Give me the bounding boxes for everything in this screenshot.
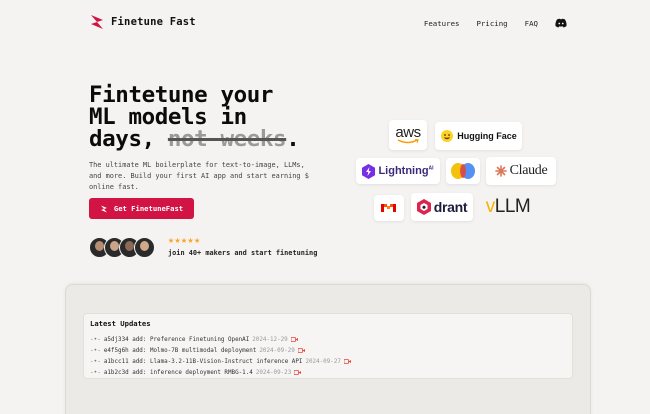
claude-logo-card: Claude	[486, 157, 556, 185]
hero-title-line3: days, not weeks.	[89, 126, 349, 152]
mistral-logo-card	[374, 195, 404, 221]
vllm-label: vLLM	[485, 196, 531, 218]
maker-avatars	[89, 237, 155, 258]
qdrant-logo-icon	[416, 199, 431, 215]
hero-title-suffix: .	[286, 126, 300, 152]
huggingface-logo-card: Hugging Face	[435, 122, 522, 150]
commit-message: add: Preference Finetuning OpenAI	[132, 336, 250, 343]
hero-title-prefix: days,	[89, 126, 168, 152]
video-icon	[343, 359, 351, 364]
nav-link-faq[interactable]: FAQ	[525, 19, 538, 28]
commit-icon: -•-	[90, 347, 101, 354]
mistral-logo-icon	[381, 204, 396, 212]
commit-hash: a1bcc11	[103, 358, 129, 365]
nav-link-pricing[interactable]: Pricing	[476, 19, 507, 28]
hero-title-strike: not weeks	[167, 126, 287, 152]
lightning-ai-logo-card: LightningAI	[356, 158, 440, 184]
vllm-rest: LLM	[494, 196, 531, 217]
huggingface-emoji-icon	[441, 130, 454, 142]
claude-sunburst-icon	[494, 165, 507, 177]
commit-hash: a5dj334	[103, 336, 129, 343]
brand-logo[interactable]: Finetune Fast	[89, 14, 196, 30]
commit-date: 2024-12-29	[252, 336, 288, 343]
commit-hash: e4f5g6h	[103, 347, 129, 354]
commit-icon: -•-	[90, 336, 101, 343]
commit-row[interactable]: -•- e4f5g6h add: Molmo-7B multimodal dep…	[90, 345, 351, 356]
commit-message: add: Molmo-7B multimodal deployment	[132, 347, 257, 354]
aws-logo-text: aws	[395, 124, 421, 141]
huggingface-label: Hugging Face	[457, 131, 517, 141]
vllm-v: v	[485, 196, 496, 217]
hero-title-line2: ML models in	[89, 104, 247, 130]
nav-link-features[interactable]: Features	[424, 19, 460, 28]
aws-smile-icon	[397, 139, 419, 144]
commit-list: -•- a5dj334 add: Preference Finetuning O…	[90, 334, 351, 378]
qdrant-label: drant	[433, 199, 468, 215]
social-proof: ★★★★★ join 40+ makers and start finetuni…	[168, 235, 317, 257]
rating-stars: ★★★★★	[168, 235, 201, 246]
commit-message: add: Llama-3.2-11B-Vision-Instruct infer…	[132, 358, 303, 365]
vllm-logo-card: vLLM	[479, 193, 537, 221]
lightning-logo-icon	[91, 15, 103, 29]
commit-hash: a1b2c3d	[103, 369, 129, 376]
commit-icon: -•-	[90, 358, 101, 365]
video-icon	[297, 348, 305, 353]
discord-icon[interactable]	[555, 18, 567, 28]
claude-label: Claude	[509, 163, 548, 178]
commit-message: add: inference deployment RMBG-1.4	[132, 369, 253, 376]
social-proof-text: join 40+ makers and start finetuning	[168, 249, 318, 257]
commit-date: 2024-09-27	[305, 358, 341, 365]
hero-title: Fintetune your ML models in days, not we…	[89, 82, 349, 152]
lightning-ai-icon	[362, 163, 376, 179]
lightning-ai-label: LightningAI	[378, 165, 433, 177]
meta-logo-card	[446, 158, 480, 184]
hero-subtitle: The ultimate ML boilerplate for text-to-…	[89, 161, 309, 191]
commit-date: 2024-09-23	[255, 369, 292, 376]
commit-row[interactable]: -•- a1bcc11 add: Llama-3.2-11B-Vision-In…	[90, 356, 351, 367]
latest-updates-panel: Latest Updates -•- a5dj334 add: Preferen…	[83, 313, 573, 379]
lightning-ai-sup: AI	[428, 165, 434, 172]
video-icon	[294, 370, 302, 375]
brand-name: Finetune Fast	[111, 16, 196, 28]
cta-label: Get FinetuneFast	[113, 204, 184, 213]
qdrant-logo-card: drant	[411, 193, 473, 221]
lightning-icon	[100, 205, 107, 212]
video-icon	[290, 337, 298, 342]
commit-row[interactable]: -•- a1b2c3d add: inference deployment RM…	[90, 367, 351, 378]
aws-logo: aws	[395, 124, 421, 144]
top-nav: Finetune Fast Features Pricing FAQ	[0, 0, 650, 40]
latest-updates-title: Latest Updates	[90, 319, 151, 328]
avatar	[134, 237, 155, 258]
get-finetunefast-button[interactable]: Get FinetuneFast	[89, 198, 194, 219]
lightning-ai-name: Lightning	[378, 165, 429, 177]
commit-row[interactable]: -•- a5dj334 add: Preference Finetuning O…	[90, 334, 351, 345]
meta-logo-icon	[451, 163, 475, 179]
commit-date: 2024-09-29	[259, 347, 295, 354]
hero-title-line1: Fintetune your	[89, 82, 274, 108]
nav-links: Features Pricing FAQ	[424, 18, 567, 28]
commit-icon: -•-	[90, 369, 101, 376]
aws-logo-card: aws	[389, 120, 427, 150]
